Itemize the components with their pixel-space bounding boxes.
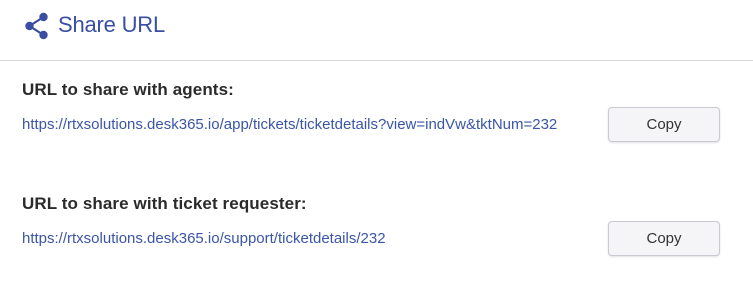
requester-url-link[interactable]: https://rtxsolutions.desk365.io/support/…: [22, 229, 386, 249]
copy-agents-url-button[interactable]: Copy: [608, 107, 720, 142]
dialog-title: Share URL: [58, 12, 166, 37]
agents-url-label: URL to share with agents:: [22, 80, 234, 99]
copy-requester-url-button[interactable]: Copy: [608, 221, 720, 256]
share-icon: [25, 12, 48, 40]
agents-url-link[interactable]: https://rtxsolutions.desk365.io/app/tick…: [22, 115, 557, 135]
dialog-header: Share URL: [0, 0, 753, 61]
requester-url-label: URL to share with ticket requester:: [22, 194, 307, 213]
share-url-dialog: Share URL URL to share with agents: http…: [0, 0, 753, 282]
